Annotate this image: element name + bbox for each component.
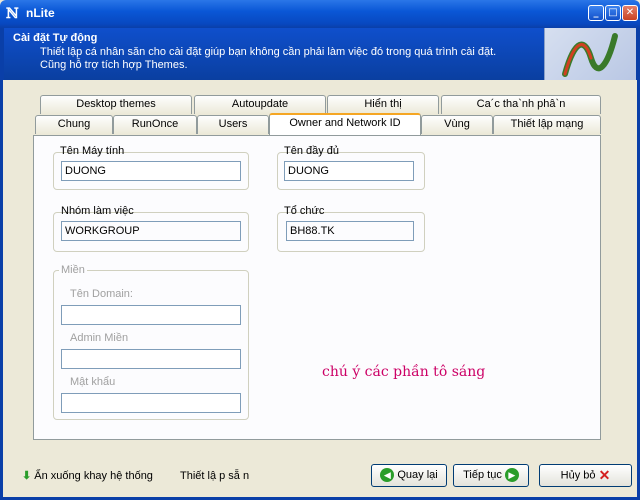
cancel-button-label: Hủy bỏ <box>560 469 596 482</box>
hide-to-tray-link[interactable]: ⬇ Ẩn xuống khay hệ thống <box>22 469 153 482</box>
full-name-label: Tên đầy đủ <box>284 145 340 157</box>
tab-runonce[interactable]: RunOnce <box>113 115 197 134</box>
tab-general[interactable]: Chung <box>35 115 113 134</box>
tab-owner-network-id[interactable]: Owner and Network ID <box>269 113 421 135</box>
full-name-input[interactable] <box>284 161 414 181</box>
tab-region[interactable]: Vùng <box>421 115 493 134</box>
back-arrow-icon: ◀ <box>380 468 395 483</box>
maximize-icon[interactable]: □ <box>605 5 621 21</box>
back-button[interactable]: ◀ Quay lại <box>371 464 447 487</box>
tab-components[interactable]: Ca´c tha`nh phâ`n <box>441 95 601 114</box>
tab-autoupdate[interactable]: Autoupdate <box>194 95 326 114</box>
domain-name-label: Tên Domain: <box>70 288 133 300</box>
tab-desktop-themes[interactable]: Desktop themes <box>40 95 192 114</box>
admin-domain-label: Admin Miền <box>70 332 129 344</box>
password-input[interactable] <box>61 393 241 413</box>
annotation-note: chú ý các phần tô sáng <box>322 364 486 380</box>
cancel-x-icon: ✕ <box>598 467 611 483</box>
page-title: Cài đặt Tự động <box>13 32 98 44</box>
page-description-line1: Thiết lập cá nhân săn cho cài đặt giúp b… <box>40 46 497 58</box>
next-button[interactable]: Tiếp tục ▶ <box>453 464 529 487</box>
organization-input[interactable] <box>286 221 414 241</box>
computer-name-input[interactable] <box>61 161 241 181</box>
window-title: nLite <box>26 6 55 20</box>
domain-name-input[interactable] <box>61 305 241 325</box>
password-label: Mật khẩu <box>70 376 116 388</box>
next-button-label: Tiếp tục <box>463 469 502 481</box>
nlite-logo <box>544 28 636 80</box>
cancel-button[interactable]: Hủy bỏ ✕ <box>539 464 632 487</box>
hide-to-tray-label: Ẩn xuống khay hệ thống <box>34 470 153 482</box>
workgroup-label: Nhóm làm việc <box>61 205 134 217</box>
page-description-line2: Cũng hỗ trợ tích hợp Themes. <box>40 59 188 71</box>
wizard-header: Cài đặt Tự động Thiết lập cá nhân săn ch… <box>3 28 637 80</box>
next-arrow-icon: ▶ <box>504 468 519 483</box>
organization-label: Tổ chức <box>284 205 325 217</box>
back-button-label: Quay lại <box>397 469 438 481</box>
presets-link[interactable]: Thiết lậ p sẵ n <box>180 470 249 482</box>
admin-domain-input[interactable] <box>61 349 241 369</box>
close-icon[interactable]: ✕ <box>622 5 638 21</box>
computer-name-label: Tên Máy tính <box>60 145 125 157</box>
nlite-icon: ℕ <box>6 6 19 22</box>
workgroup-input[interactable] <box>61 221 241 241</box>
download-arrow-icon: ⬇ <box>22 470 32 482</box>
title-bar[interactable]: ℕ nLite _ □ ✕ <box>0 0 640 28</box>
tab-users[interactable]: Users <box>197 115 269 134</box>
tab-network-settings[interactable]: Thiết lập mạng <box>493 115 601 134</box>
domain-group-label: Miền <box>59 264 87 276</box>
minimize-icon[interactable]: _ <box>588 5 604 21</box>
tab-display[interactable]: Hiển thị <box>327 95 439 114</box>
